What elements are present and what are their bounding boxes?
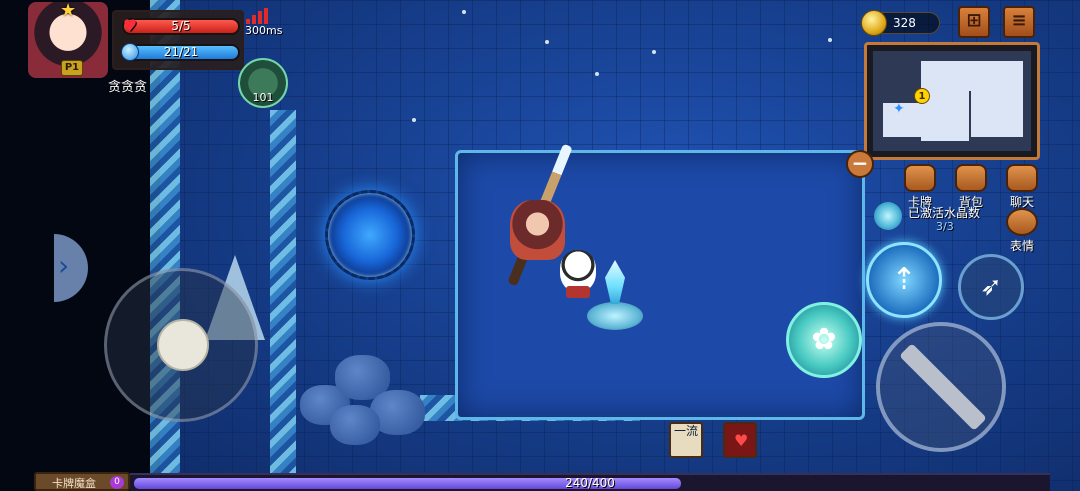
snowflake	[828, 38, 832, 42]
buff-icon[interactable]: 101	[238, 58, 288, 108]
card-box-count: 0	[110, 476, 124, 489]
scroll-item-slot[interactable]: 一流	[669, 422, 703, 458]
player-badge: P1	[61, 60, 83, 76]
menu-icon: ≡	[1011, 10, 1027, 31]
teleport-portal[interactable]	[325, 190, 415, 280]
coin-counter: 328	[861, 10, 940, 36]
snowflake	[412, 118, 416, 122]
potion-item-slot[interactable]: ♥	[723, 422, 757, 458]
game-viewport: ★ P1 ♥ 5/5 21/21 300ms 贪贪贪 101 › 328 ⊞ ≡	[0, 0, 1080, 491]
minus-icon: −	[851, 151, 869, 175]
spear-skill-button[interactable]: ⇡	[866, 242, 942, 318]
ping-text: 300ms	[245, 24, 283, 37]
signal-strength-icon	[246, 8, 276, 24]
buff-count: 101	[252, 91, 274, 104]
minimap-view: 1 ✦	[873, 51, 1031, 151]
potion-icon: ♥	[734, 431, 749, 450]
snowflake	[595, 72, 599, 76]
arrow-icon: ➶	[980, 272, 1002, 302]
map-toggle-button[interactable]: ⊞	[958, 6, 990, 38]
movement-joystick[interactable]	[104, 268, 258, 422]
emote-label: 表情	[1009, 239, 1034, 253]
snowflake	[545, 40, 549, 44]
altar-base	[587, 302, 643, 330]
emote-icon	[1006, 208, 1038, 236]
ally-summon-icon: ✿	[811, 322, 837, 357]
minimap[interactable]: 1 ✦	[864, 42, 1040, 160]
mp-bar: 21/21	[121, 43, 240, 61]
crystal-status: 已激活水晶数 3/3	[872, 200, 996, 238]
crystal-wall-inner	[270, 110, 296, 491]
backpack-icon	[955, 164, 987, 192]
star-icon: ★	[60, 0, 77, 21]
chat-button[interactable]: 聊天	[1002, 164, 1042, 210]
grid-icon: ⊞	[966, 10, 982, 31]
minimap-room	[971, 91, 1023, 137]
chat-icon	[1006, 164, 1038, 192]
crystal-icon	[874, 202, 902, 230]
scroll-label: 一流	[673, 424, 698, 438]
rock-pile	[300, 355, 430, 450]
coin-count: 328	[893, 16, 916, 30]
minimap-room	[967, 61, 1023, 91]
card-box-button[interactable]: 卡牌魔盒 0	[34, 472, 130, 491]
snowflake	[652, 50, 656, 54]
spear-icon: ⇡	[891, 262, 917, 297]
emote-button[interactable]: 表情	[1002, 208, 1042, 254]
collapse-button[interactable]: −	[846, 150, 874, 178]
stat-panel: ♥ 5/5 21/21	[112, 10, 244, 70]
player-location-icon: ✦	[893, 101, 905, 117]
minimap-marker: 1	[914, 88, 930, 104]
rock	[330, 405, 380, 445]
mp-value: 21/21	[163, 45, 199, 59]
crystal-gem-icon	[605, 260, 625, 304]
cards-icon	[904, 164, 936, 192]
hp-bar: ♥ 5/5	[122, 16, 240, 35]
crystal-label: 已激活水晶数	[908, 206, 981, 220]
heart-icon: ♥	[122, 16, 138, 35]
player-name: 贪贪贪	[108, 80, 148, 95]
experience-text: 240/400	[565, 476, 615, 490]
chevron-right-icon: ›	[58, 249, 70, 282]
card-box-label: 卡牌魔盒	[52, 477, 96, 490]
coin-icon	[861, 10, 887, 36]
snowflake	[462, 10, 466, 14]
crystal-count: 3/3	[936, 220, 954, 233]
ally-skill-button[interactable]: ✿	[786, 302, 862, 378]
panda-pet	[560, 250, 596, 298]
hp-value: 5/5	[171, 19, 191, 33]
main-menu-button[interactable]: ≡	[1003, 6, 1035, 38]
attack-button[interactable]	[876, 322, 1006, 452]
experience-bar: 240/400	[130, 473, 1050, 491]
arrow-skill-button[interactable]: ➶	[958, 254, 1024, 320]
character-body	[510, 200, 565, 260]
joystick-knob[interactable]	[157, 319, 209, 371]
mana-orb-icon	[121, 43, 139, 61]
